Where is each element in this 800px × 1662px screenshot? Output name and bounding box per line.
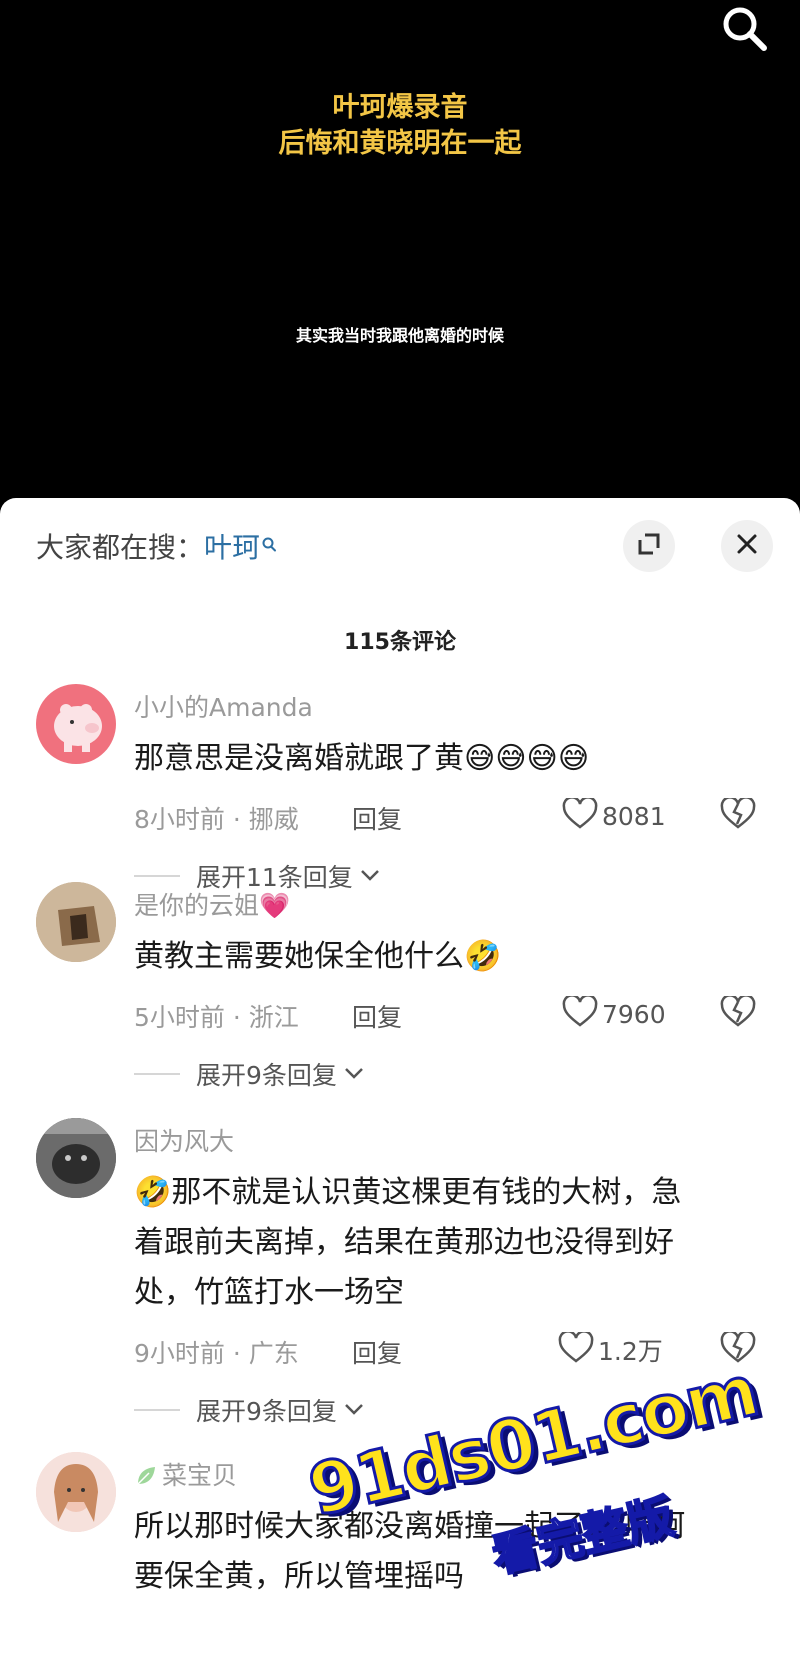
comment-count: 115条评论: [344, 630, 456, 655]
heart-icon: [558, 1330, 594, 1368]
broken-heart-icon: [720, 1330, 756, 1368]
dislike-button[interactable]: [720, 1330, 756, 1368]
video-player[interactable]: 叶珂爆录音 后悔和黄晓明在一起 其实我当时我跟他离婚的时候: [0, 0, 800, 520]
expand-replies-label: 展开9条回复: [196, 1397, 337, 1426]
comment-text-line1: 🤣那不就是认识黄这棵更有钱的大树，急: [134, 1168, 758, 1218]
search-icon[interactable]: [718, 4, 772, 58]
comment-sheet: 大家都在搜：叶珂 115条评论 小小的Amanda 那意思是没离婚就跟了黄😅😅😅…: [0, 498, 800, 1662]
heart-icon: [562, 796, 598, 834]
expand-replies[interactable]: 展开9条回复: [134, 1056, 365, 1092]
expand-icon: [636, 531, 662, 561]
comment-username[interactable]: 因为风大: [134, 1122, 234, 1158]
video-title-line2: 后悔和黄晓明在一起: [278, 128, 522, 159]
avatar[interactable]: [36, 684, 116, 764]
like-count: 1.2万: [598, 1337, 663, 1366]
divider-line: [134, 1409, 180, 1411]
comment-text-line2: 要保全黄，所以管埋摇吗: [134, 1559, 464, 1594]
comment-username-text: 是你的云姐: [134, 891, 260, 920]
video-title-line1: 叶珂爆录音: [332, 92, 468, 123]
like-button[interactable]: 8081: [562, 796, 666, 834]
heart-icon: [562, 994, 598, 1032]
dislike-button[interactable]: [720, 796, 756, 834]
reply-button[interactable]: 回复: [352, 1334, 402, 1370]
like-button[interactable]: 1.2万: [558, 1330, 663, 1368]
comment-text: 那意思是没离婚就跟了黄😅😅😅😅: [134, 734, 758, 784]
divider-line: [134, 875, 180, 877]
comment-text: 黄教主需要她保全他什么🤣: [134, 932, 758, 982]
comment-text-line1: 所以那时候大家都没离婚撞一起了?? 叶柯: [134, 1509, 686, 1544]
comment-username[interactable]: 小小的Amanda: [134, 688, 313, 724]
comment-time-location: 9小时前 · 广东: [134, 1339, 299, 1368]
reply-button[interactable]: 回复: [352, 998, 402, 1034]
comment-item: 小小的Amanda 那意思是没离婚就跟了黄😅😅😅😅 8小时前 · 挪威 回复 8…: [0, 684, 800, 894]
comment-text-body: 黄教主需要她保全他什么: [134, 939, 464, 974]
reply-button[interactable]: 回复: [352, 800, 402, 836]
comment-item: 因为风大 🤣那不就是认识黄这棵更有钱的大树，急 着跟前夫离掉，结果在黄那边也没得…: [0, 1118, 800, 1438]
chevron-down-icon: [343, 1401, 365, 1420]
comment-text-body: 那意思是没离婚就跟了黄: [134, 741, 464, 776]
comment-item: 是你的云姐💗 黄教主需要她保全他什么🤣 5小时前 · 浙江 回复 7960 展开…: [0, 882, 800, 1092]
avatar[interactable]: [36, 1452, 116, 1532]
dislike-button[interactable]: [720, 994, 756, 1032]
comment-text-line2: 着跟前夫离掉，结果在黄那边也没得到好: [134, 1225, 674, 1260]
comment-text: 所以那时候大家都没离婚撞一起了?? 叶柯 要保全黄，所以管埋摇吗: [134, 1502, 758, 1602]
avatar[interactable]: [36, 1118, 116, 1198]
avatar[interactable]: [36, 882, 116, 962]
comment-username[interactable]: 是你的云姐💗: [134, 886, 290, 922]
video-subtitle: 其实我当时我跟他离婚的时候: [295, 326, 504, 345]
trending-label: 大家都在搜：: [36, 531, 205, 564]
comment-text: 🤣那不就是认识黄这棵更有钱的大树，急 着跟前夫离掉，结果在黄那边也没得到好 处，…: [134, 1168, 758, 1318]
comment-item: 菜宝贝 所以那时候大家都没离婚撞一起了?? 叶柯 要保全黄，所以管埋摇吗: [0, 1452, 800, 1662]
like-count: 7960: [602, 999, 666, 1029]
broken-heart-icon: [720, 796, 756, 834]
like-count: 8081: [602, 801, 666, 831]
pink-heart-emoji: 💗: [259, 891, 291, 920]
trending-keyword[interactable]: 叶珂: [204, 531, 260, 564]
sweat-smile-emoji: 😅😅😅😅: [464, 741, 590, 776]
video-title-overlay: 叶珂爆录音 后悔和黄晓明在一起: [0, 90, 800, 162]
expand-replies-label: 展开9条回复: [196, 1061, 337, 1090]
leaf-icon: [134, 1464, 158, 1494]
comment-time-location: 8小时前 · 挪威: [134, 805, 299, 834]
rofl-emoji: 🤣: [464, 939, 502, 974]
broken-heart-icon: [720, 994, 756, 1032]
fullscreen-button[interactable]: [623, 520, 675, 572]
comment-time-location: 5小时前 · 浙江: [134, 1003, 299, 1032]
comment-username[interactable]: 菜宝贝: [134, 1456, 237, 1494]
like-button[interactable]: 7960: [562, 994, 666, 1032]
divider-line: [134, 1073, 180, 1075]
search-mini-icon: [260, 528, 278, 561]
trending-search-row[interactable]: 大家都在搜：叶珂: [36, 526, 278, 566]
comment-text-line3: 处，竹篮打水一场空: [134, 1275, 404, 1310]
rofl-emoji: 🤣: [134, 1175, 172, 1210]
chevron-down-icon: [343, 1065, 365, 1084]
comment-username-text: 菜宝贝: [162, 1461, 238, 1490]
comment-text-line1-body: 那不就是认识黄这棵更有钱的大树，急: [171, 1175, 682, 1210]
close-button[interactable]: [721, 520, 773, 572]
expand-replies[interactable]: 展开9条回复: [134, 1392, 365, 1428]
close-icon: [736, 533, 758, 559]
